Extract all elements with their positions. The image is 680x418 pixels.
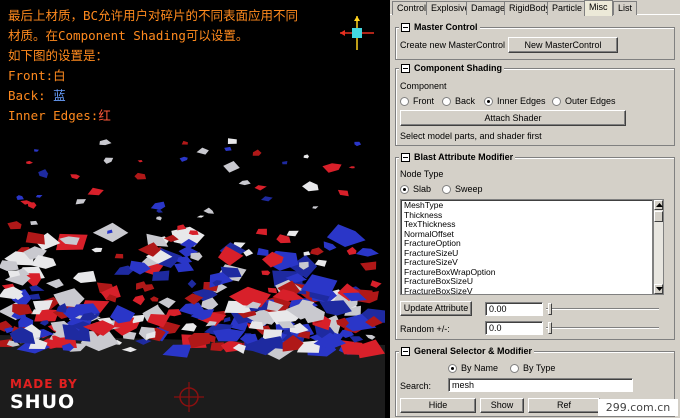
radio-outer-edges-label: Outer Edges bbox=[565, 96, 616, 106]
random-value-field[interactable]: 0.0 bbox=[485, 321, 543, 335]
collapse-icon[interactable] bbox=[401, 152, 410, 162]
fragment-shard bbox=[114, 253, 124, 259]
hide-button[interactable]: Hide bbox=[400, 398, 476, 413]
overlay-back: Back: 蓝 bbox=[8, 86, 66, 106]
radio-by-name[interactable]: By Name bbox=[448, 363, 498, 373]
master-control-title: Master Control bbox=[414, 22, 478, 32]
radio-back-label: Back bbox=[455, 96, 476, 106]
radio-by-type-dot bbox=[510, 363, 519, 373]
arrow-up-icon bbox=[656, 203, 663, 207]
component-shading-title: Component Shading bbox=[414, 63, 502, 73]
radio-sweep-dot bbox=[442, 184, 451, 194]
radio-slab-label: Slab bbox=[413, 184, 432, 194]
collapse-icon[interactable] bbox=[401, 346, 410, 356]
tab-misc[interactable]: Misc bbox=[584, 0, 613, 16]
inner-label: Inner Edges: bbox=[8, 108, 99, 123]
blastcode-panel: Control Explosive Damage RigidBody Parti… bbox=[390, 0, 680, 418]
crosshair-icon bbox=[174, 382, 204, 412]
radio-front[interactable]: Front bbox=[400, 96, 434, 106]
back-label: Back: bbox=[8, 88, 54, 103]
ref-button[interactable]: Ref bbox=[528, 398, 600, 413]
radio-back[interactable]: Back bbox=[442, 96, 475, 106]
slider-track bbox=[546, 308, 659, 310]
random-label: Random +/-: bbox=[400, 324, 450, 334]
shader-hint: Select model parts, and shader first bbox=[400, 131, 542, 141]
overlay-line-1: 最后上材质，BC允许用户对碎片的不同表面应用不同 bbox=[8, 8, 299, 23]
front-value: 白 bbox=[53, 68, 66, 83]
overlay-line-2: 材质。在Component Shading可以设置。 bbox=[8, 28, 249, 43]
attribute-list[interactable]: MeshType Thickness TexThickness NormalOf… bbox=[400, 199, 653, 295]
radio-front-dot bbox=[400, 96, 409, 106]
front-label: Front: bbox=[8, 68, 54, 83]
search-input[interactable]: mesh bbox=[448, 378, 633, 392]
general-selector-title: General Selector & Modifier bbox=[414, 346, 533, 356]
update-value-slider[interactable] bbox=[546, 302, 659, 316]
create-master-label: Create new MasterControl bbox=[400, 40, 506, 50]
radio-front-label: Front bbox=[413, 96, 435, 106]
update-attribute-button[interactable]: Update Attribute bbox=[400, 301, 472, 316]
scroll-thumb[interactable] bbox=[654, 211, 663, 222]
slider-thumb[interactable] bbox=[548, 303, 552, 315]
radio-by-type-label: By Type bbox=[523, 363, 556, 373]
radio-slab[interactable]: Slab bbox=[400, 184, 431, 194]
attribute-list-scrollbar[interactable] bbox=[653, 199, 664, 295]
radio-slab-dot bbox=[400, 184, 409, 194]
list-item[interactable]: FractureBoxSizeV bbox=[404, 286, 473, 294]
search-label: Search: bbox=[400, 381, 432, 391]
viewcube-icon[interactable] bbox=[340, 16, 374, 50]
radio-outer-edges[interactable]: Outer Edges bbox=[552, 96, 616, 106]
tab-particle[interactable]: Particle bbox=[547, 1, 588, 15]
3d-viewport[interactable]: 最后上材质，BC允许用户对碎片的不同表面应用不同 材质。在Component S… bbox=[0, 0, 385, 418]
radio-by-type[interactable]: By Type bbox=[510, 363, 555, 373]
master-control-header[interactable]: Master Control bbox=[399, 22, 480, 32]
general-selector-header[interactable]: General Selector & Modifier bbox=[399, 346, 535, 356]
scroll-up-button[interactable] bbox=[654, 200, 663, 210]
slider-thumb[interactable] bbox=[548, 322, 552, 334]
radio-by-name-dot bbox=[448, 363, 457, 373]
inner-value: 红 bbox=[98, 108, 111, 123]
made-by-label: MADE BY bbox=[10, 377, 78, 391]
fragment-shard bbox=[152, 270, 170, 281]
tab-list[interactable]: List bbox=[613, 1, 638, 15]
overlay-line-3: 如下图的设置是： bbox=[8, 48, 109, 63]
attach-shader-button[interactable]: Attach Shader bbox=[400, 110, 626, 126]
radio-inner-edges-label: Inner Edges bbox=[497, 96, 546, 106]
collapse-icon[interactable] bbox=[401, 22, 410, 32]
node-type-label: Node Type bbox=[400, 169, 444, 179]
scroll-down-button[interactable] bbox=[654, 284, 663, 294]
author-logo: SHUO bbox=[10, 391, 76, 413]
show-button[interactable]: Show bbox=[480, 398, 524, 413]
update-value-field[interactable]: 0.00 bbox=[485, 302, 543, 316]
radio-sweep-label: Sweep bbox=[455, 184, 483, 194]
collapse-icon[interactable] bbox=[401, 63, 410, 73]
random-value-slider[interactable] bbox=[546, 321, 659, 335]
radio-by-name-label: By Name bbox=[461, 363, 499, 373]
component-shading-header[interactable]: Component Shading bbox=[399, 63, 504, 73]
radio-inner-edges-dot bbox=[484, 96, 493, 106]
overlay-front: Front:白 bbox=[8, 66, 66, 86]
blast-attribute-header[interactable]: Blast Attribute Modifier bbox=[399, 152, 516, 162]
arrow-down-icon bbox=[656, 287, 663, 291]
radio-back-dot bbox=[442, 96, 451, 106]
site-watermark: 299.com.cn bbox=[598, 399, 678, 416]
radio-sweep[interactable]: Sweep bbox=[442, 184, 483, 194]
back-value: 蓝 bbox=[53, 88, 66, 103]
overlay-inner: Inner Edges:红 bbox=[8, 106, 111, 126]
tab-bar: Control Explosive Damage RigidBody Parti… bbox=[390, 0, 680, 16]
new-master-control-button[interactable]: New MasterControl bbox=[508, 37, 618, 53]
blast-attribute-title: Blast Attribute Modifier bbox=[414, 152, 514, 162]
slider-track bbox=[546, 327, 659, 329]
component-label: Component bbox=[400, 81, 447, 91]
radio-inner-edges[interactable]: Inner Edges bbox=[484, 96, 546, 106]
radio-outer-edges-dot bbox=[552, 96, 561, 106]
